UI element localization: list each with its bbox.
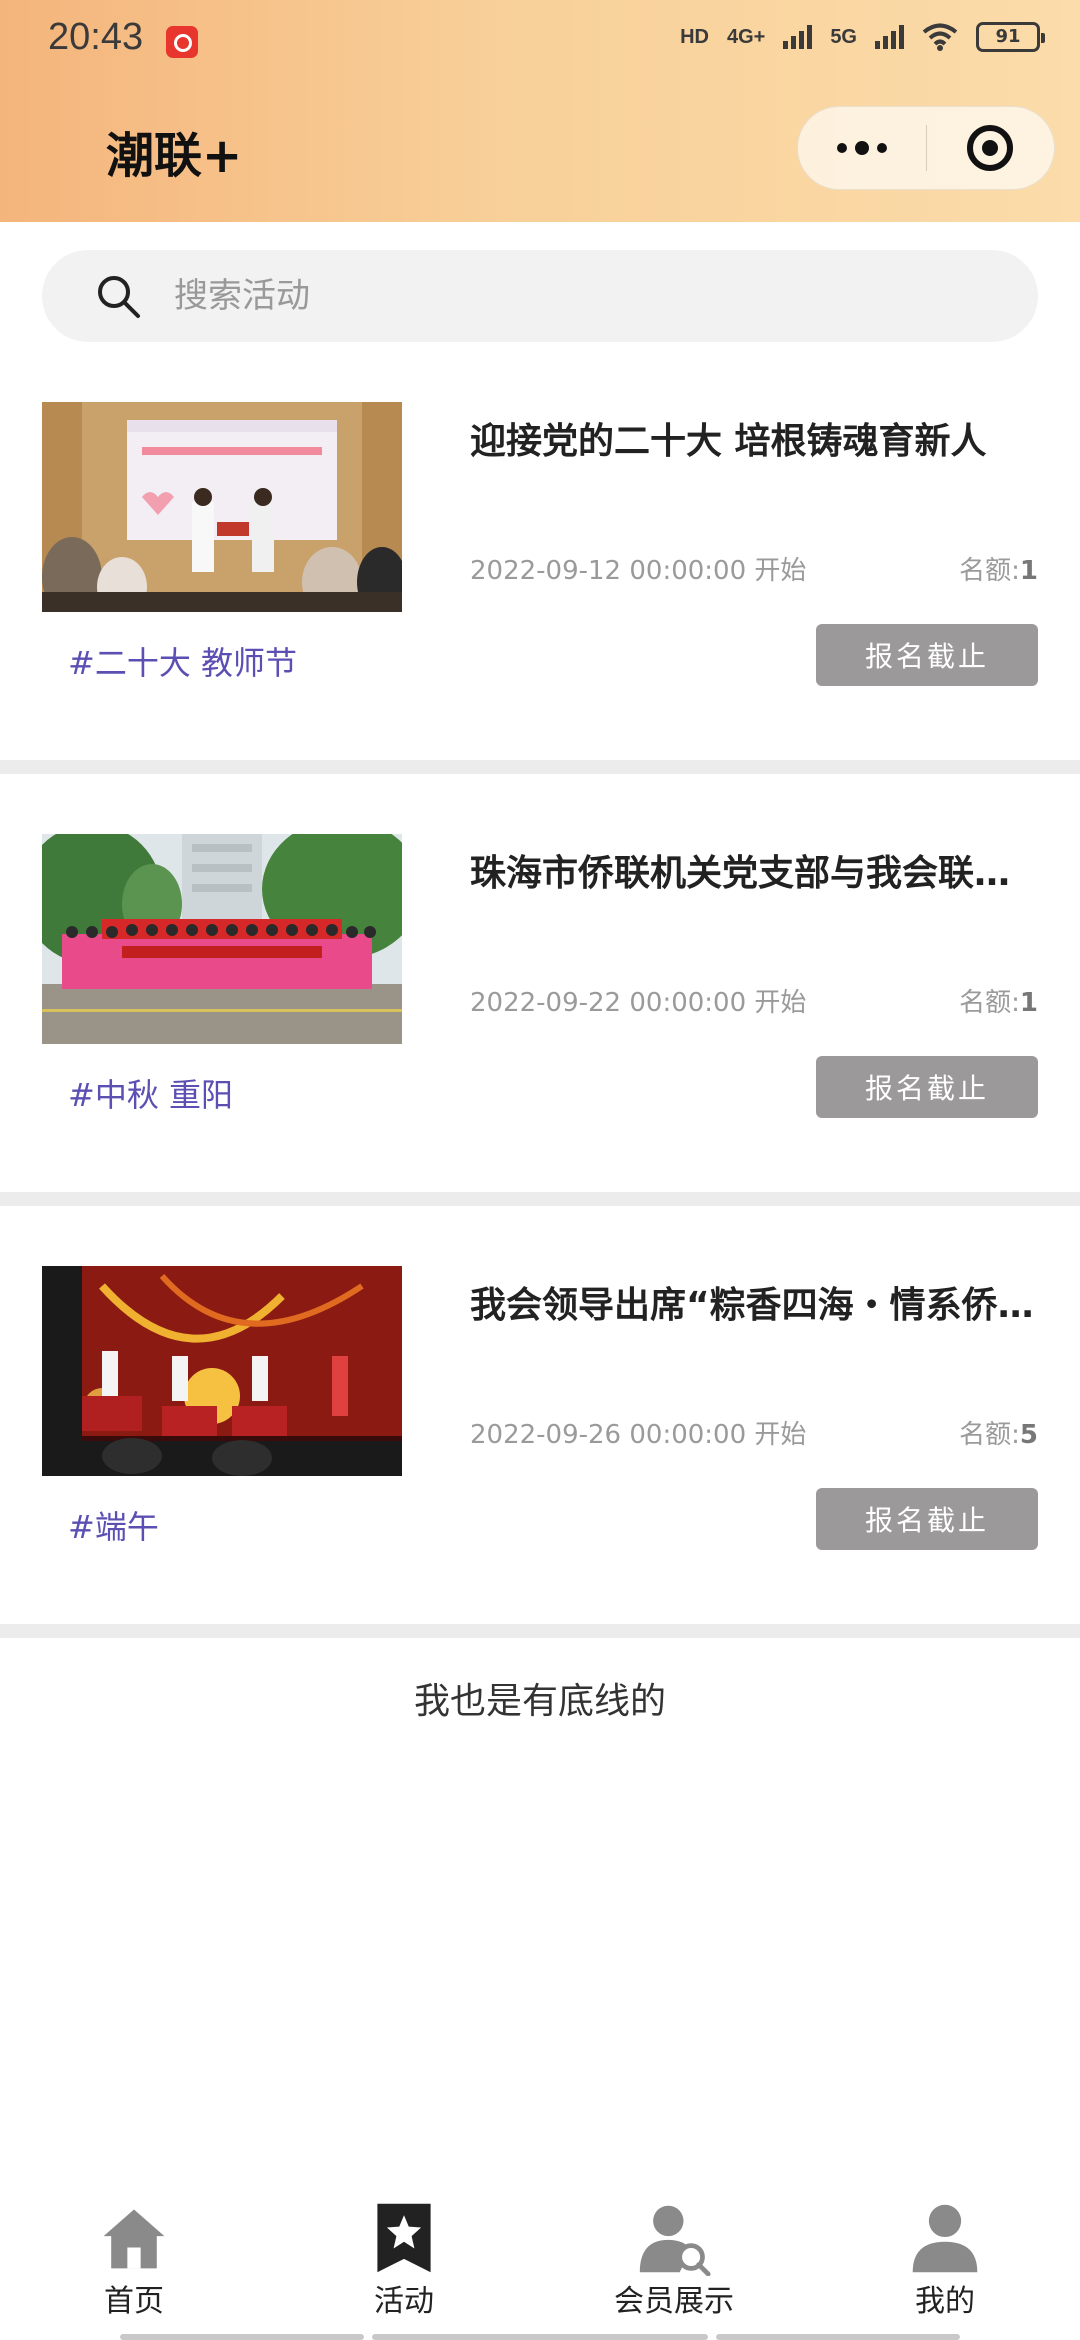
tab-label: 活动 [374, 2284, 434, 2319]
search-icon [98, 276, 140, 318]
network-label-2: 5G [830, 25, 857, 48]
tab-label: 我的 [915, 2284, 975, 2319]
activity-thumbnail[interactable] [42, 402, 402, 612]
registration-closed-button[interactable]: 报名截止 [816, 1488, 1038, 1550]
bottom-tab-bar: 首页 活动 会员展示 我的 [0, 2190, 1080, 2340]
activity-card[interactable]: 我会领导出席“粽香四海・情系侨胞”活动 2022-09-26 00:00:00 … [0, 1246, 1080, 1666]
activity-tags[interactable]: #二十大 教师节 [68, 638, 297, 684]
close-target-icon[interactable] [927, 106, 1055, 190]
tab-indicator [120, 2334, 364, 2340]
card-divider [0, 760, 1080, 774]
quota-value: 1 [1019, 556, 1038, 586]
tab-home[interactable]: 首页 [34, 2200, 234, 2320]
registration-closed-button[interactable]: 报名截止 [816, 1056, 1038, 1118]
member-search-icon [639, 2205, 711, 2276]
quota-label: 名额: [959, 988, 1020, 1018]
battery-icon: 91 [976, 22, 1045, 52]
card-divider [0, 1624, 1080, 1638]
tab-label: 首页 [104, 2284, 164, 2319]
activity-title[interactable]: 迎接党的二十大 培根铸魂育新人 [470, 412, 1040, 464]
status-time: 20:43 [48, 16, 144, 58]
status-bar: 20:43 HD 4G+ 5G 91 [0, 0, 1080, 84]
user-icon [912, 2204, 978, 2273]
quota-value: 5 [1019, 1420, 1038, 1450]
activity-quota: 名额:5 [959, 1414, 1038, 1451]
activity-card[interactable]: 珠海市侨联机关党支部与我会联合开展活动 2022-09-22 00:00:00 … [0, 814, 1080, 1234]
activity-start-date: 2022-09-22 00:00:00 开始 [470, 988, 807, 1018]
activity-tags[interactable]: #端午 [68, 1502, 159, 1548]
app-notification-icon [166, 26, 198, 58]
network-label-1: 4G+ [726, 25, 766, 48]
tab-indicator [372, 2334, 708, 2340]
signal-icon [875, 25, 904, 49]
home-icon [103, 2209, 165, 2269]
activity-card[interactable]: 迎接党的二十大 培根铸魂育新人 2022-09-12 00:00:00 开始 名… [0, 382, 1080, 802]
activity-tags[interactable]: #中秋 重阳 [68, 1070, 233, 1116]
end-of-list-text: 我也是有底线的 [413, 1681, 666, 1722]
search-input[interactable] [174, 250, 994, 342]
status-indicators: HD 4G+ 5G 91 [680, 22, 1045, 52]
page-title: 潮联+ [106, 128, 243, 184]
header: 20:43 HD 4G+ 5G 91 潮联+ [0, 0, 1080, 222]
activity-quota: 名额:1 [959, 982, 1038, 1019]
tab-member-showcase[interactable]: 会员展示 [574, 2200, 774, 2320]
more-icon[interactable] [798, 106, 926, 190]
search-bar[interactable] [42, 250, 1038, 342]
star-bookmark-icon [377, 2203, 431, 2273]
activity-title[interactable]: 我会领导出席“粽香四海・情系侨胞”活动 [470, 1276, 1040, 1328]
tab-indicator [716, 2334, 960, 2340]
tab-mine[interactable]: 我的 [845, 2200, 1045, 2320]
activity-start-date: 2022-09-26 00:00:00 开始 [470, 1420, 807, 1450]
quota-label: 名额: [959, 1420, 1020, 1450]
activity-title[interactable]: 珠海市侨联机关党支部与我会联合开展活动 [470, 844, 1040, 896]
activity-quota: 名额:1 [959, 550, 1038, 587]
hd-icon: HD [680, 25, 709, 48]
card-divider [0, 1192, 1080, 1206]
tab-activity[interactable]: 活动 [304, 2200, 504, 2320]
signal-icon [783, 25, 813, 49]
activity-start-date: 2022-09-12 00:00:00 开始 [470, 556, 807, 586]
activity-thumbnail[interactable] [42, 834, 402, 1044]
activity-thumbnail[interactable] [42, 1266, 402, 1476]
tab-label: 会员展示 [614, 2284, 734, 2319]
wifi-icon [922, 23, 958, 51]
quota-value: 1 [1019, 988, 1038, 1018]
miniprogram-capsule [797, 106, 1055, 190]
registration-closed-button[interactable]: 报名截止 [816, 624, 1038, 686]
quota-label: 名额: [959, 556, 1020, 586]
